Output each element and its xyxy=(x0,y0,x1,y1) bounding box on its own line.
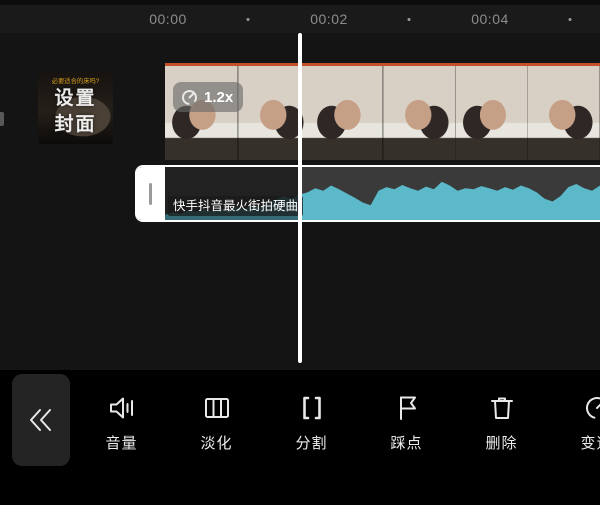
set-cover-thumbnail[interactable]: 必要适合的床吗? 设置 封面 xyxy=(38,72,113,144)
audio-clip-body[interactable]: 快手抖音最火街拍硬曲 xyxy=(165,167,600,220)
toolbar-label: 踩点 xyxy=(390,432,422,453)
video-frame-thumbnail[interactable] xyxy=(528,66,600,160)
volume-icon xyxy=(106,392,138,424)
speed-button[interactable]: 变速 xyxy=(549,370,600,505)
speed-value: 1.2x xyxy=(204,89,233,106)
bottom-toolbar: 音量 淡化 分割 xyxy=(0,370,600,505)
trash-icon xyxy=(486,392,518,424)
ruler-tick-dot xyxy=(569,18,572,21)
speed-icon xyxy=(581,392,600,424)
toolbar-items: 音量 淡化 分割 xyxy=(74,370,600,505)
flag-icon xyxy=(391,392,423,424)
audio-clip-left-handle[interactable] xyxy=(135,167,165,220)
beat-mark-button[interactable]: 踩点 xyxy=(359,370,454,505)
fade-icon xyxy=(201,392,233,424)
video-track: 1.2x xyxy=(165,63,600,160)
ruler-tick-dot xyxy=(247,18,250,21)
video-clip[interactable] xyxy=(165,66,600,160)
toolbar-label: 淡化 xyxy=(200,432,232,453)
video-frame-thumbnail[interactable] xyxy=(165,66,238,160)
playhead xyxy=(298,33,302,363)
double-chevron-left-icon xyxy=(24,402,58,438)
audio-clip[interactable]: 快手抖音最火街拍硬曲 xyxy=(135,165,600,222)
volume-button[interactable]: 音量 xyxy=(74,370,169,505)
delete-button[interactable]: 删除 xyxy=(454,370,549,505)
drag-grip-icon xyxy=(149,183,152,205)
speed-badge[interactable]: 1.2x xyxy=(173,82,243,112)
video-frame-thumbnail[interactable] xyxy=(383,66,456,160)
video-frame-thumbnail[interactable] xyxy=(456,66,529,160)
ruler-time-label: 00:00 xyxy=(149,11,187,27)
clipped-track-icon xyxy=(0,112,4,126)
toolbar-label: 删除 xyxy=(485,432,517,453)
toolbar-label: 分割 xyxy=(295,432,327,453)
ruler-time-label: 00:04 xyxy=(471,11,509,27)
toolbar-label: 变速 xyxy=(580,432,600,453)
video-editor-screen: 00:00 00:02 00:04 必要适合的床吗? 设置 封面 xyxy=(0,0,600,505)
speedometer-icon xyxy=(181,89,198,106)
audio-title: 快手抖音最火街拍硬曲 xyxy=(168,196,303,216)
split-icon xyxy=(296,392,328,424)
collapse-toolbar-button[interactable] xyxy=(12,374,70,466)
fade-button[interactable]: 淡化 xyxy=(169,370,264,505)
split-button[interactable]: 分割 xyxy=(264,370,359,505)
set-cover-label: 设置 封面 xyxy=(38,86,113,138)
video-frame-thumbnail[interactable] xyxy=(310,66,383,160)
timeline-ruler[interactable]: 00:00 00:02 00:04 xyxy=(0,0,600,33)
ruler-tick-dot xyxy=(408,18,411,21)
cover-caption: 必要适合的床吗? xyxy=(42,77,110,86)
ruler-time-label: 00:02 xyxy=(310,11,348,27)
toolbar-label: 音量 xyxy=(105,432,137,453)
